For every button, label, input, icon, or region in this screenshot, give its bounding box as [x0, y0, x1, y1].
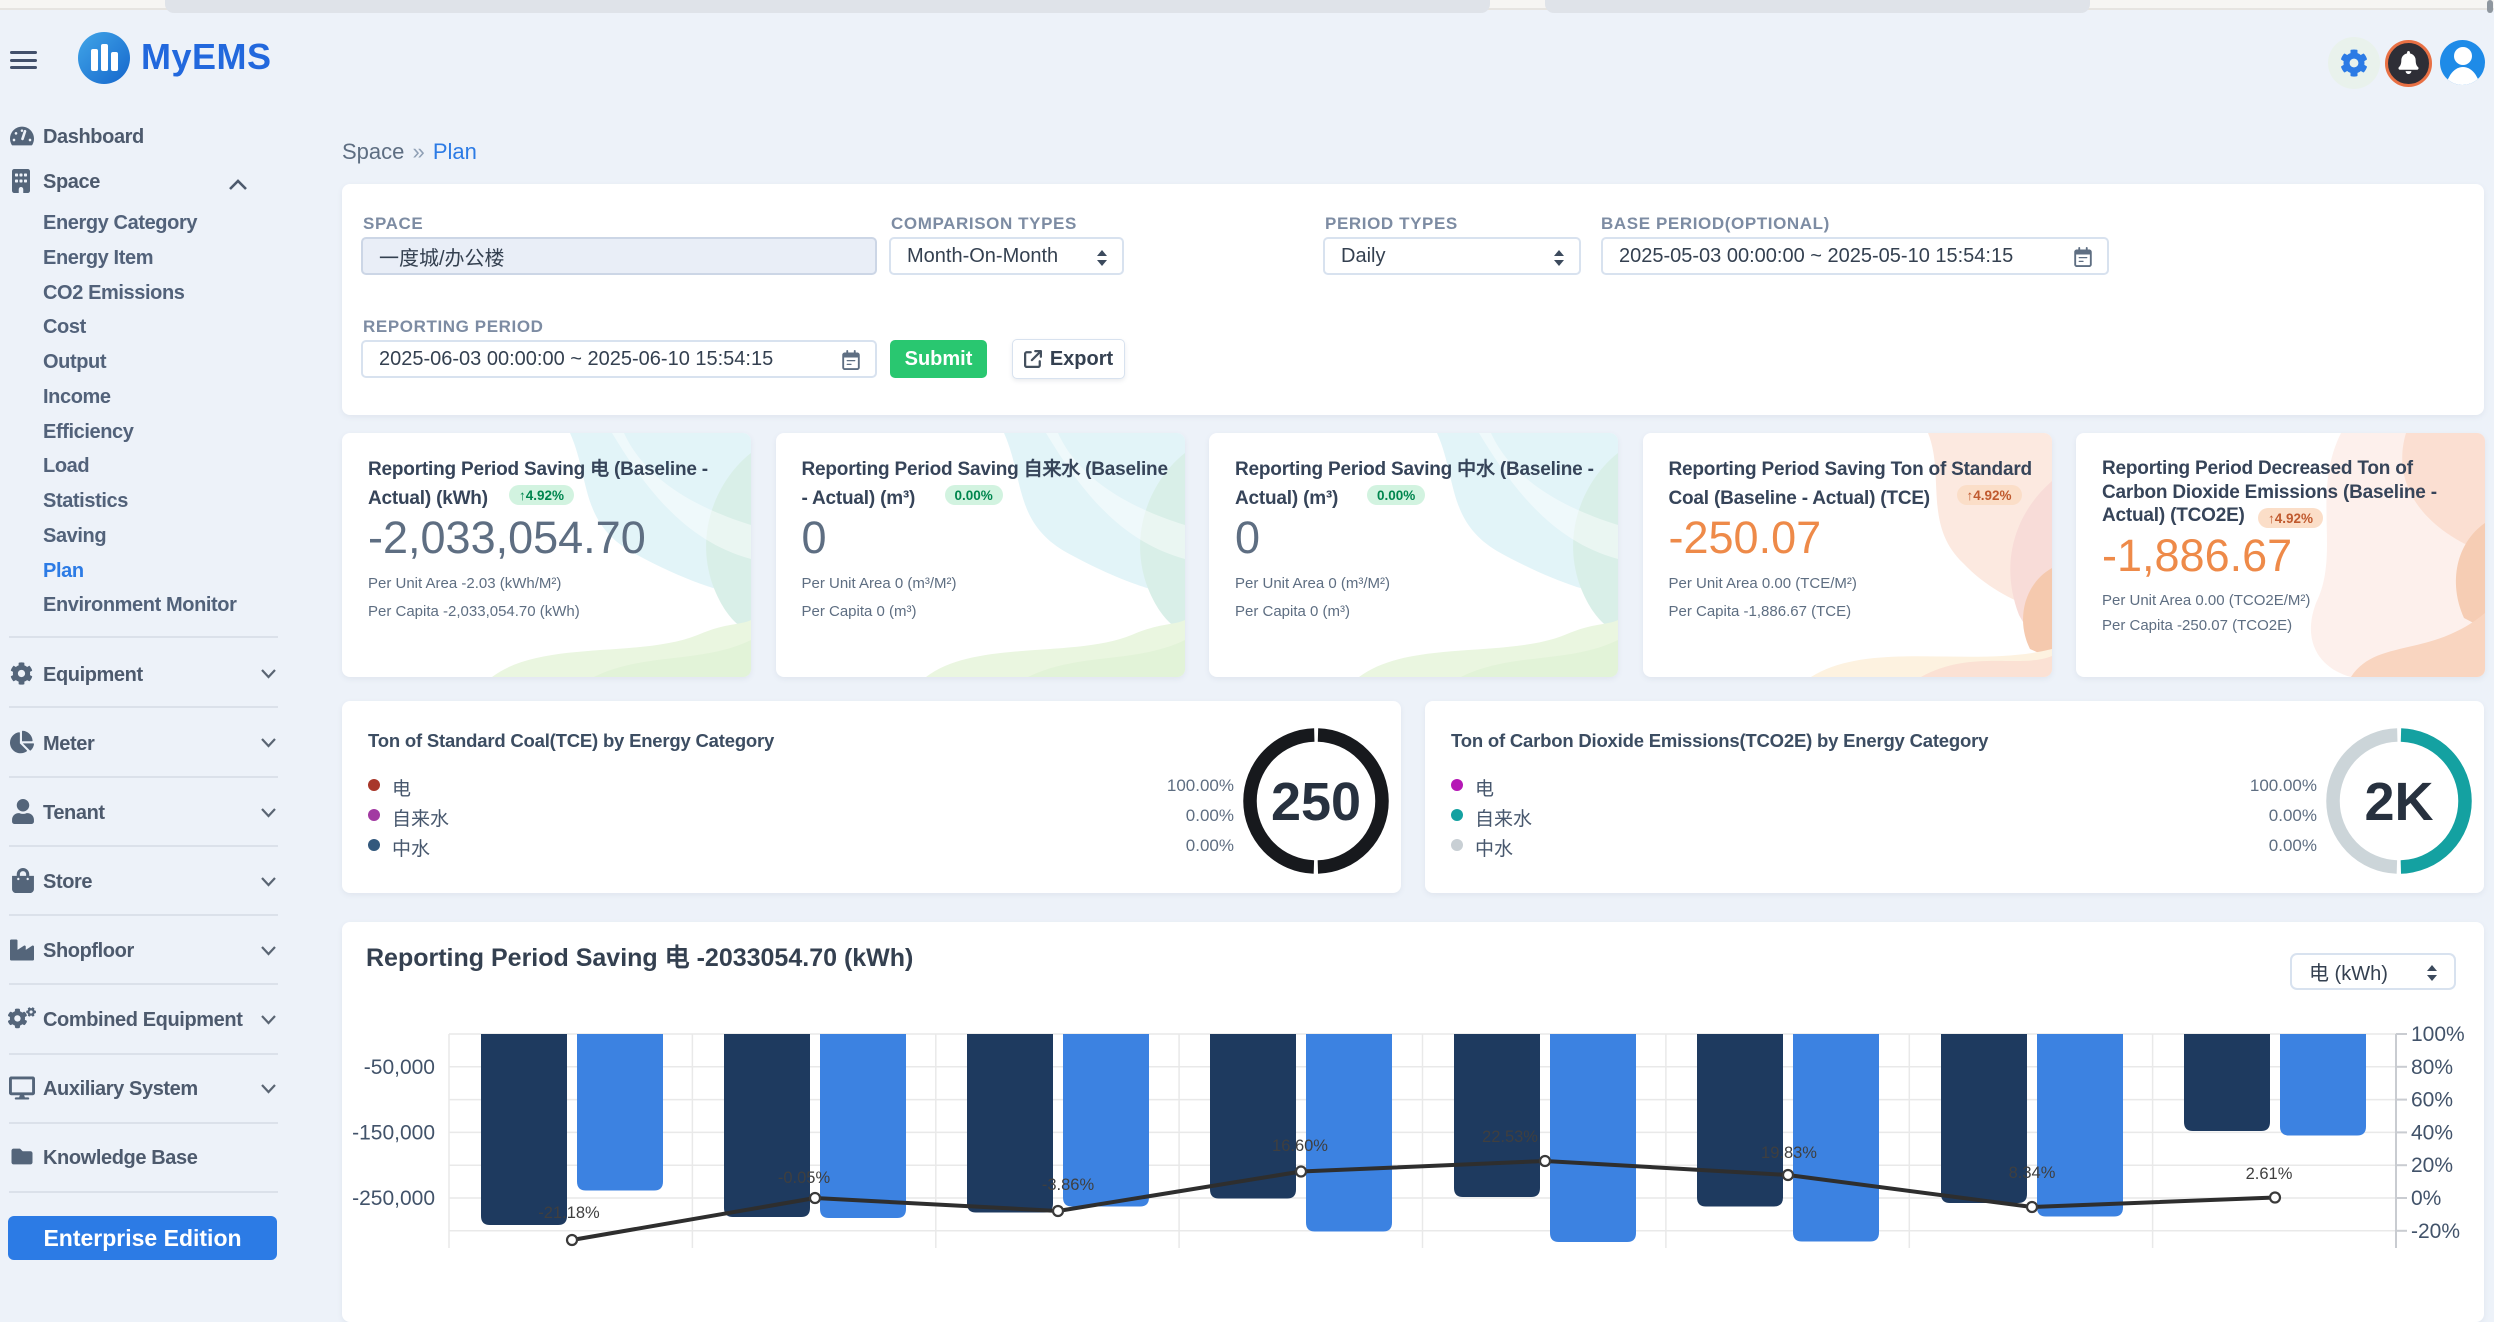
svg-text:-20%: -20%: [2411, 1220, 2460, 1243]
svg-text:-150,000: -150,000: [352, 1121, 435, 1144]
svg-text:-21.18%: -21.18%: [538, 1204, 600, 1222]
svg-text:80%: 80%: [2411, 1056, 2453, 1079]
svg-text:100%: 100%: [2411, 1023, 2465, 1046]
svg-text:8.34%: 8.34%: [2009, 1164, 2056, 1182]
svg-text:16.60%: 16.60%: [1272, 1137, 1328, 1155]
svg-text:60%: 60%: [2411, 1089, 2453, 1112]
svg-text:-50,000: -50,000: [364, 1056, 435, 1079]
svg-text:-250,000: -250,000: [352, 1187, 435, 1210]
svg-text:2.61%: 2.61%: [2246, 1165, 2293, 1183]
svg-text:0%: 0%: [2411, 1187, 2441, 1210]
svg-text:2K: 2K: [2364, 772, 2433, 832]
svg-text:19.83%: 19.83%: [1761, 1144, 1817, 1162]
svg-text:20%: 20%: [2411, 1154, 2453, 1177]
svg-text:-0.05%: -0.05%: [778, 1169, 831, 1187]
svg-text:250: 250: [1271, 772, 1361, 832]
svg-text:40%: 40%: [2411, 1121, 2453, 1144]
svg-text:22.53%: 22.53%: [1482, 1128, 1538, 1146]
svg-text:-3.86%: -3.86%: [1042, 1176, 1095, 1194]
